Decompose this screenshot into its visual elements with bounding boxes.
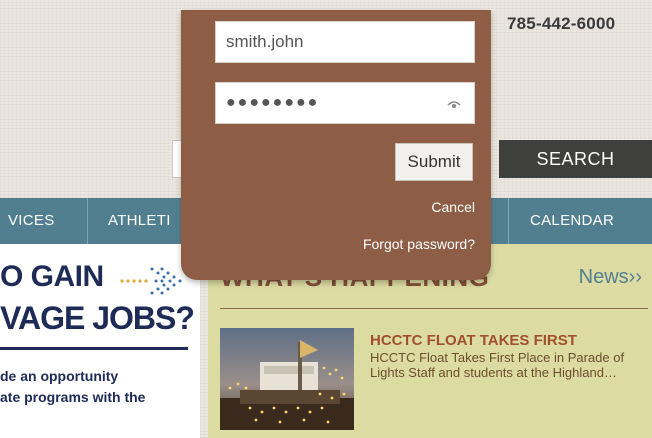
- nav-item-calendar[interactable]: CALENDAR: [530, 198, 614, 244]
- phone-number[interactable]: 785-442-6000: [507, 14, 615, 34]
- login-dropdown-panel: smith.john ●●●●●●●● Submit Cancel Forgot…: [181, 10, 491, 280]
- password-field[interactable]: ●●●●●●●●: [215, 82, 475, 124]
- promo-divider: [0, 347, 188, 350]
- show-password-icon[interactable]: [446, 96, 462, 112]
- nav-divider: [87, 198, 88, 244]
- news-divider: [220, 308, 648, 309]
- promo-text-line-1: de an opportunity: [0, 368, 119, 384]
- forgot-password-link[interactable]: Forgot password?: [363, 236, 475, 252]
- promo-text-line-2: ate programs with the: [0, 389, 146, 405]
- cancel-link[interactable]: Cancel: [431, 199, 475, 215]
- username-field[interactable]: smith.john: [215, 21, 475, 63]
- news-headline-link[interactable]: HCCTC FLOAT TAKES FIRST: [370, 332, 577, 349]
- promo-heading-line-1: O GAIN: [0, 260, 104, 293]
- submit-button[interactable]: Submit: [395, 143, 473, 181]
- nav-divider: [508, 198, 509, 244]
- password-mask: ●●●●●●●●: [226, 94, 320, 111]
- dotted-arrow-icon: [120, 267, 182, 295]
- news-thumbnail[interactable]: [220, 328, 354, 430]
- search-button[interactable]: SEARCH: [499, 140, 652, 178]
- promo-banner[interactable]: O GAIN VAGE JOBS? de an opportunity ate …: [0, 244, 200, 438]
- promo-heading-line-2: VAGE JOBS?: [0, 300, 195, 336]
- news-summary: HCCTC Float Takes First Place in Parade …: [370, 350, 625, 380]
- nav-item-services[interactable]: VICES: [8, 198, 55, 244]
- news-more-link[interactable]: News››: [579, 266, 642, 289]
- page: 785-442-6000 SEARCH VICES ATHLETI CALEND…: [0, 0, 652, 438]
- nav-item-athletics[interactable]: ATHLETI: [108, 198, 171, 244]
